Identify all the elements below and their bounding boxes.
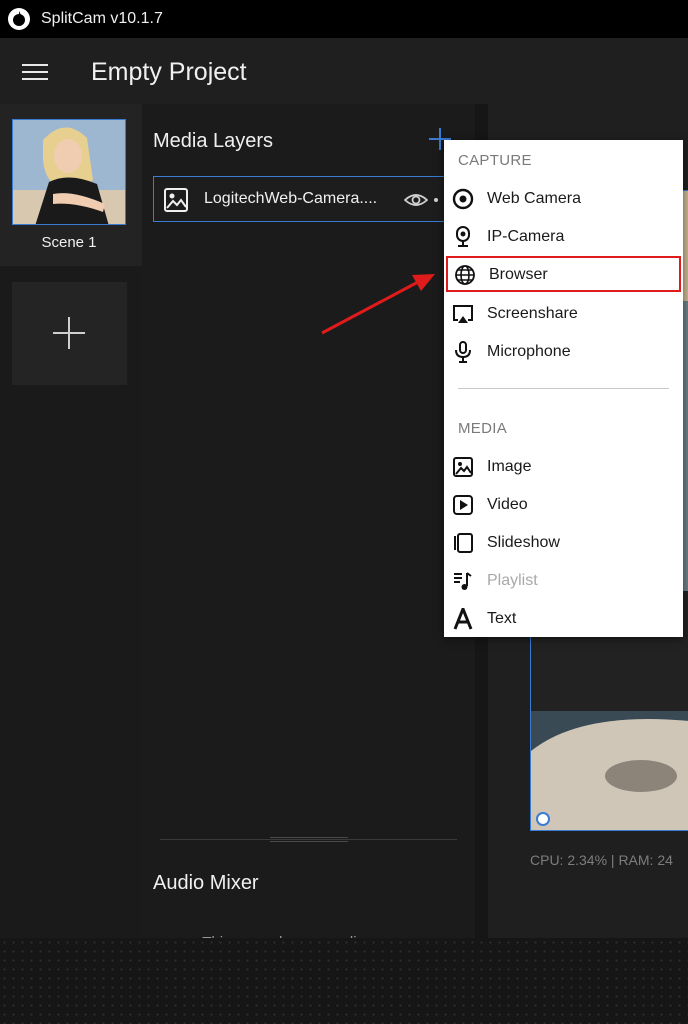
window-title: SplitCam v10.1.7 <box>41 10 163 27</box>
menu-item-slideshow[interactable]: Slideshow <box>444 524 683 560</box>
scene-preview-image <box>13 120 125 224</box>
scenes-panel: Scene 1 <box>0 104 142 938</box>
more-options-icon[interactable] <box>434 198 438 202</box>
scene-thumbnail[interactable] <box>12 119 126 225</box>
globe-icon <box>455 265 475 285</box>
add-scene-button[interactable] <box>12 282 127 385</box>
menu-item-label: IP-Camera <box>487 228 565 245</box>
image-icon <box>164 188 188 212</box>
menu-item-label: Web Camera <box>487 190 581 207</box>
microphone-icon <box>455 341 471 363</box>
splitcam-logo-icon <box>8 8 30 30</box>
menu-item-label: Image <box>487 458 532 475</box>
text-icon <box>453 608 473 630</box>
media-section-label: MEDIA <box>458 420 508 437</box>
resize-grip-handle[interactable] <box>270 837 348 842</box>
menu-item-web-camera[interactable]: Web Camera <box>444 180 683 216</box>
menu-item-label: Browser <box>489 266 548 283</box>
menu-item-screenshare[interactable]: Screenshare <box>444 295 683 331</box>
menu-item-label: Screenshare <box>487 305 578 322</box>
menu-item-text[interactable]: Text <box>444 600 683 636</box>
resize-handle[interactable] <box>536 812 550 826</box>
menu-item-browser[interactable]: Browser <box>446 256 681 292</box>
capture-section-label: CAPTURE <box>458 152 532 169</box>
app-header: Empty Project <box>0 38 688 104</box>
screenshare-icon <box>453 305 473 323</box>
performance-stats: CPU: 2.34% | RAM: 24 <box>530 852 673 868</box>
media-layer-name: LogitechWeb-Camera.... <box>204 190 378 207</box>
menu-separator <box>458 388 669 389</box>
layers-panel: Media Layers LogitechWeb-Camera.... Audi… <box>142 104 475 951</box>
webcam-icon <box>452 188 474 210</box>
menu-item-label: Slideshow <box>487 534 560 551</box>
menu-item-microphone[interactable]: Microphone <box>444 333 683 369</box>
playlist-icon <box>454 572 472 590</box>
media-layer-item[interactable]: LogitechWeb-Camera.... <box>153 176 453 222</box>
add-source-menu: CAPTURE Web Camera IP-Camera Browser Scr… <box>444 140 683 637</box>
eye-icon[interactable] <box>404 189 428 211</box>
ip-camera-icon <box>456 226 470 247</box>
video-icon <box>453 495 473 515</box>
title-bar: SplitCam v10.1.7 <box>0 0 688 38</box>
audio-mixer-title: Audio Mixer <box>153 872 259 894</box>
media-layers-title: Media Layers <box>153 130 274 152</box>
slideshow-icon <box>454 533 473 553</box>
project-title: Empty Project <box>91 58 247 86</box>
background-pattern <box>0 938 688 1024</box>
image-icon <box>453 457 473 477</box>
menu-item-label: Video <box>487 496 528 513</box>
menu-item-label: Microphone <box>487 343 571 360</box>
hamburger-menu-icon[interactable] <box>22 64 48 82</box>
annotation-arrow-icon <box>321 274 435 335</box>
menu-item-label: Text <box>487 610 517 627</box>
menu-item-label: Playlist <box>487 572 538 589</box>
scene-card[interactable]: Scene 1 <box>0 104 142 266</box>
menu-item-playlist[interactable]: Playlist <box>444 562 683 598</box>
menu-item-video[interactable]: Video <box>444 486 683 522</box>
menu-item-ip-camera[interactable]: IP-Camera <box>444 218 683 254</box>
menu-item-image[interactable]: Image <box>444 448 683 484</box>
scene-label: Scene 1 <box>41 234 97 251</box>
